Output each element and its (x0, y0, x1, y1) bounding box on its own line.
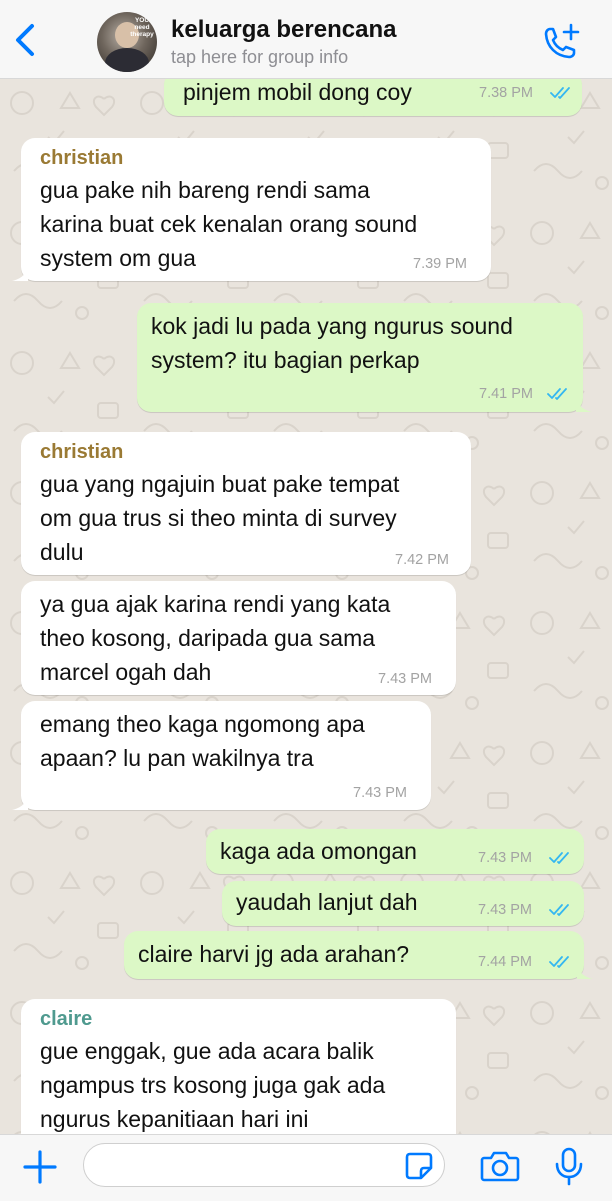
sender-name: claire (40, 1008, 93, 1030)
read-ticks-icon (550, 87, 570, 99)
bubble-tail (12, 265, 28, 281)
avatar-caption: YOU need therapy (130, 17, 154, 38)
group-title[interactable]: keluarga berencana (171, 16, 396, 44)
message-bubble[interactable]: christian gua pake nih bareng rendi sama… (12, 138, 491, 281)
microphone-icon (555, 1147, 583, 1186)
plus-icon (23, 1150, 57, 1184)
back-button[interactable] (8, 20, 44, 60)
message-input[interactable] (83, 1143, 445, 1187)
message-text: gua yang ngajuin buat pake tempat om gua… (40, 471, 400, 565)
read-ticks-icon (549, 852, 569, 864)
sender-name: christian (40, 441, 124, 463)
message-text: claire harvi jg ada arahan? (138, 941, 410, 967)
avatar-figure (105, 48, 149, 72)
message-text: yaudah lanjut dah (236, 889, 418, 915)
message-bubble[interactable]: ya gua ajak karina rendi yang kata theo … (21, 581, 456, 695)
voice-message-button[interactable] (553, 1147, 585, 1187)
message-text: kok jadi lu pada yang ngurus sound syste… (151, 313, 513, 373)
camera-icon (480, 1151, 520, 1182)
message-bubble[interactable]: claire harvi jg ada arahan? 7.44 PM (124, 931, 593, 979)
message-bubble[interactable]: kok jadi lu pada yang ngurus sound syste… (137, 303, 592, 412)
attach-button[interactable] (22, 1149, 58, 1185)
read-ticks-icon (547, 388, 567, 400)
message-time: 7.39 PM (413, 256, 467, 272)
message-bubble[interactable]: claire gue enggak, gue ada acara balik n… (21, 999, 456, 1134)
read-ticks-icon (549, 956, 569, 968)
group-avatar[interactable]: YOU need therapy (97, 12, 157, 72)
bubble-tail (576, 396, 592, 412)
message-time: 7.41 PM (479, 386, 533, 402)
sticker-button[interactable] (404, 1151, 434, 1181)
message-time: 7.43 PM (478, 902, 532, 918)
message-bubble[interactable]: emang theo kaga ngomong apa apaan? lu pa… (12, 701, 431, 810)
sticker-icon (405, 1152, 433, 1180)
message-time: 7.38 PM (479, 85, 533, 101)
add-call-button[interactable] (540, 22, 582, 62)
back-chevron-icon (16, 24, 34, 56)
message-text: ya gua ajak karina rendi yang kata theo … (40, 591, 391, 685)
message-time: 7.44 PM (478, 954, 532, 970)
message-text: pinjem mobil dong coy (183, 79, 412, 105)
bubble-tail (577, 963, 593, 979)
message-list[interactable]: pinjem mobil dong coy 7.38 PM christian … (0, 79, 612, 1134)
message-text: gue enggak, gue ada acara balik ngampus … (40, 1038, 386, 1132)
message-time: 7.43 PM (378, 671, 432, 687)
read-ticks-icon (549, 904, 569, 916)
message-text: kaga ada omongan (220, 838, 417, 864)
bubble-tail (12, 794, 28, 810)
message-time: 7.42 PM (395, 552, 449, 568)
add-call-icon (544, 23, 580, 59)
message-bubble[interactable]: christian gua yang ngajuin buat pake tem… (21, 432, 471, 575)
composer-bar (0, 1134, 612, 1201)
group-info-hint[interactable]: tap here for group info (171, 47, 348, 68)
message-bubble[interactable]: yaudah lanjut dah 7.43 PM (222, 881, 584, 926)
message-text: gua pake nih bareng rendi sama karina bu… (40, 177, 418, 271)
message-bubble[interactable]: pinjem mobil dong coy 7.38 PM (164, 79, 582, 116)
message-text: emang theo kaga ngomong apa apaan? lu pa… (40, 711, 365, 771)
camera-button[interactable] (480, 1149, 520, 1183)
chat-header: YOU need therapy keluarga berencana tap … (0, 0, 612, 79)
message-bubble[interactable]: kaga ada omongan 7.43 PM (206, 829, 584, 874)
message-time: 7.43 PM (478, 850, 532, 866)
message-time: 7.43 PM (353, 785, 407, 801)
sender-name: christian (40, 147, 124, 169)
